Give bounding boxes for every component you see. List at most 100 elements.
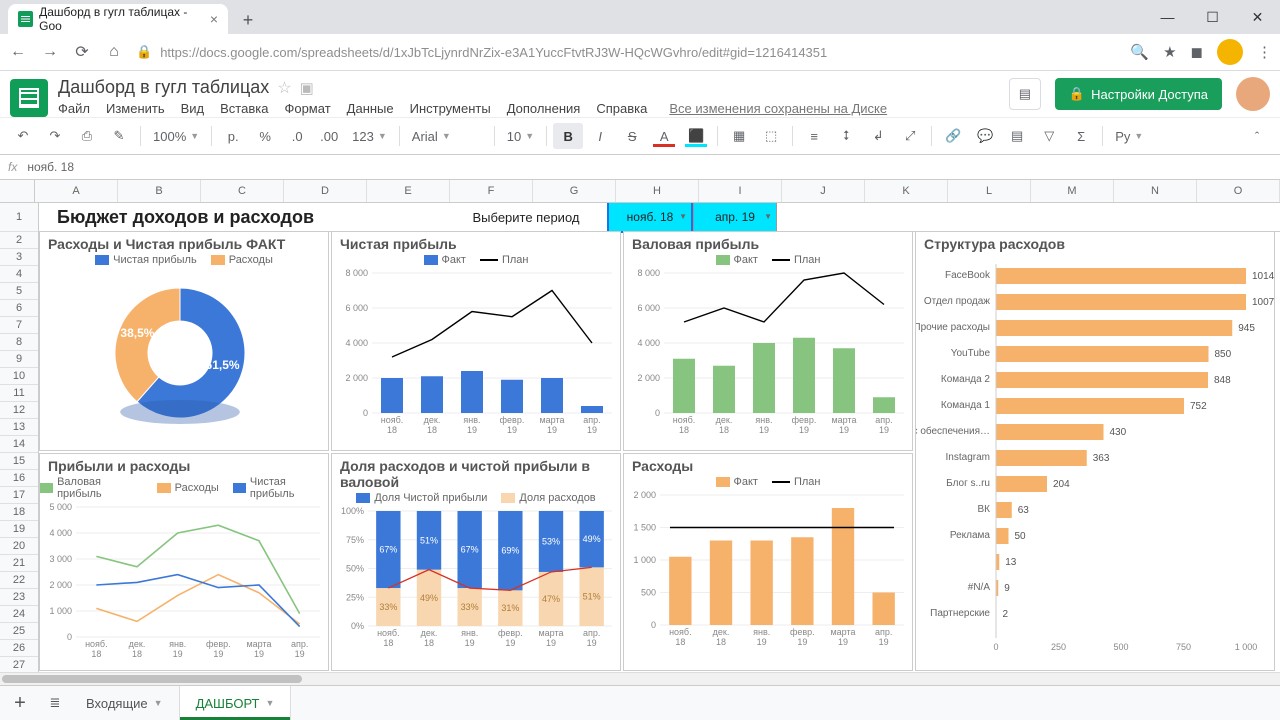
chrome-menu-icon[interactable]: ⋮ <box>1257 43 1272 61</box>
reload-icon[interactable]: ⟳ <box>72 42 92 62</box>
sheet-body[interactable]: Бюджет доходов и расходов Выберите перио… <box>39 203 1280 672</box>
paint-format-icon[interactable]: ✎ <box>104 123 134 149</box>
menu-insert[interactable]: Вставка <box>220 101 268 116</box>
format-percent[interactable]: % <box>250 123 280 149</box>
wrap-icon[interactable]: ↲ <box>863 123 893 149</box>
all-sheets-button[interactable]: ≣ <box>40 695 70 711</box>
svg-text:430: 430 <box>1110 427 1127 438</box>
menu-format[interactable]: Формат <box>284 101 330 116</box>
font-size-select[interactable]: 10▼ <box>501 129 540 144</box>
input-lang-select[interactable]: Ру▼ <box>1109 129 1149 144</box>
valign-icon[interactable]: ⭥ <box>831 123 861 149</box>
text-color-button[interactable]: A <box>649 123 679 149</box>
redo-icon[interactable]: ↷ <box>40 123 70 149</box>
svg-text:янв.: янв. <box>753 627 770 637</box>
browser-tab[interactable]: Дашборд в гугл таблицах - Goo × <box>8 4 228 34</box>
extension-icon-2[interactable]: ◼ <box>1191 43 1203 61</box>
window-controls: — ☐ ✕ <box>1145 0 1280 34</box>
folder-icon[interactable]: ▣ <box>300 79 314 97</box>
chart-card: Прибыли и расходыВаловая прибыльРасходыЧ… <box>39 453 329 671</box>
close-window-icon[interactable]: ✕ <box>1235 0 1280 34</box>
undo-icon[interactable]: ↶ <box>8 123 38 149</box>
format-currency[interactable]: р. <box>218 123 248 149</box>
halign-icon[interactable]: ≡ <box>799 123 829 149</box>
chart-title: Прибыли и расходы <box>48 458 320 474</box>
svg-text:марта: марта <box>539 415 564 425</box>
svg-text:4 000: 4 000 <box>345 338 368 348</box>
svg-text:2 000: 2 000 <box>49 580 72 590</box>
extension-icon[interactable]: ★ <box>1163 43 1176 61</box>
menu-edit[interactable]: Изменить <box>106 101 165 116</box>
close-tab-icon[interactable]: × <box>210 11 218 27</box>
svg-text:0: 0 <box>363 408 368 418</box>
menu-file[interactable]: Файл <box>58 101 90 116</box>
svg-text:2: 2 <box>1003 609 1009 620</box>
fill-color-button[interactable]: ⬛ <box>681 123 711 149</box>
svg-text:февр.: февр. <box>498 628 523 638</box>
new-tab-button[interactable]: + <box>234 6 262 34</box>
formula-bar[interactable]: fx нояб. 18 <box>0 155 1280 180</box>
strike-button[interactable]: S <box>617 123 647 149</box>
comments-button[interactable]: ▤ <box>1009 78 1041 110</box>
horizontal-scrollbar[interactable] <box>0 672 1280 685</box>
menu-tools[interactable]: Инструменты <box>410 101 491 116</box>
svg-text:9: 9 <box>1004 583 1010 594</box>
merge-cells-icon[interactable]: ⬚ <box>756 123 786 149</box>
svg-text:0: 0 <box>655 408 660 418</box>
period-to-select[interactable]: апр. 19▼ <box>693 203 777 232</box>
svg-text:19: 19 <box>799 425 809 435</box>
filter-icon[interactable]: ▽ <box>1034 123 1064 149</box>
svg-text:18: 18 <box>383 638 393 648</box>
forward-icon[interactable]: → <box>40 43 60 61</box>
svg-text:3 000: 3 000 <box>49 554 72 564</box>
svg-text:363: 363 <box>1093 453 1110 464</box>
zoom-select[interactable]: 100%▼ <box>147 129 205 144</box>
decrease-decimal[interactable]: .0 <box>282 123 312 149</box>
home-icon[interactable]: ⌂ <box>104 43 124 61</box>
maximize-icon[interactable]: ☐ <box>1190 0 1235 34</box>
borders-icon[interactable]: ▦ <box>724 123 754 149</box>
tab-title: Дашборд в гугл таблицах - Goo <box>39 5 204 33</box>
svg-text:500: 500 <box>641 588 656 598</box>
italic-button[interactable]: I <box>585 123 615 149</box>
menu-view[interactable]: Вид <box>181 101 205 116</box>
star-icon[interactable]: ☆ <box>277 78 291 98</box>
font-select[interactable]: Arial▼ <box>406 129 488 144</box>
svg-text:дек.: дек. <box>129 639 146 649</box>
svg-text:49%: 49% <box>583 534 601 544</box>
svg-text:18: 18 <box>91 649 101 659</box>
sheet-tab-inbox[interactable]: Входящие▼ <box>70 686 180 720</box>
svg-text:25%: 25% <box>346 592 364 602</box>
collapse-toolbar-icon[interactable]: ˆ <box>1242 123 1272 149</box>
comment-icon[interactable]: 💬 <box>970 123 1000 149</box>
search-icon[interactable]: 🔍 <box>1130 43 1149 61</box>
minimize-icon[interactable]: — <box>1145 0 1190 34</box>
svg-text:янв.: янв. <box>755 415 772 425</box>
url-field[interactable]: 🔒 https://docs.google.com/spreadsheets/d… <box>136 44 1118 60</box>
dashboard-title: Бюджет доходов и расходов <box>39 207 445 228</box>
profile-avatar[interactable] <box>1217 39 1243 65</box>
functions-icon[interactable]: Σ <box>1066 123 1096 149</box>
chart-icon[interactable]: ▤ <box>1002 123 1032 149</box>
doc-title[interactable]: Дашборд в гугл таблицах <box>58 77 269 98</box>
increase-decimal[interactable]: .00 <box>314 123 344 149</box>
svg-text:марта: марта <box>831 415 856 425</box>
print-icon[interactable]: ⎙ <box>72 123 102 149</box>
svg-text:47%: 47% <box>542 594 560 604</box>
menu-addons[interactable]: Дополнения <box>507 101 581 116</box>
address-bar: ← → ⟳ ⌂ 🔒 https://docs.google.com/spread… <box>0 34 1280 71</box>
bold-button[interactable]: B <box>553 123 583 149</box>
share-button[interactable]: 🔒 Настройки Доступа <box>1055 78 1222 110</box>
add-sheet-button[interactable]: + <box>0 692 40 715</box>
menu-help[interactable]: Справка <box>596 101 647 116</box>
user-avatar[interactable] <box>1236 77 1270 111</box>
period-from-select[interactable]: нояб. 18▼ <box>607 203 693 233</box>
link-icon[interactable]: 🔗 <box>938 123 968 149</box>
back-icon[interactable]: ← <box>8 43 28 61</box>
svg-text:апр.: апр. <box>875 415 892 425</box>
sheet-tab-dashboard[interactable]: ДАШБОРТ▼ <box>180 686 292 720</box>
menu-data[interactable]: Данные <box>347 101 394 116</box>
rotate-icon[interactable]: ⤢ <box>895 123 925 149</box>
sheets-logo-icon[interactable] <box>10 79 48 117</box>
number-format-select[interactable]: 123▼ <box>346 129 393 144</box>
